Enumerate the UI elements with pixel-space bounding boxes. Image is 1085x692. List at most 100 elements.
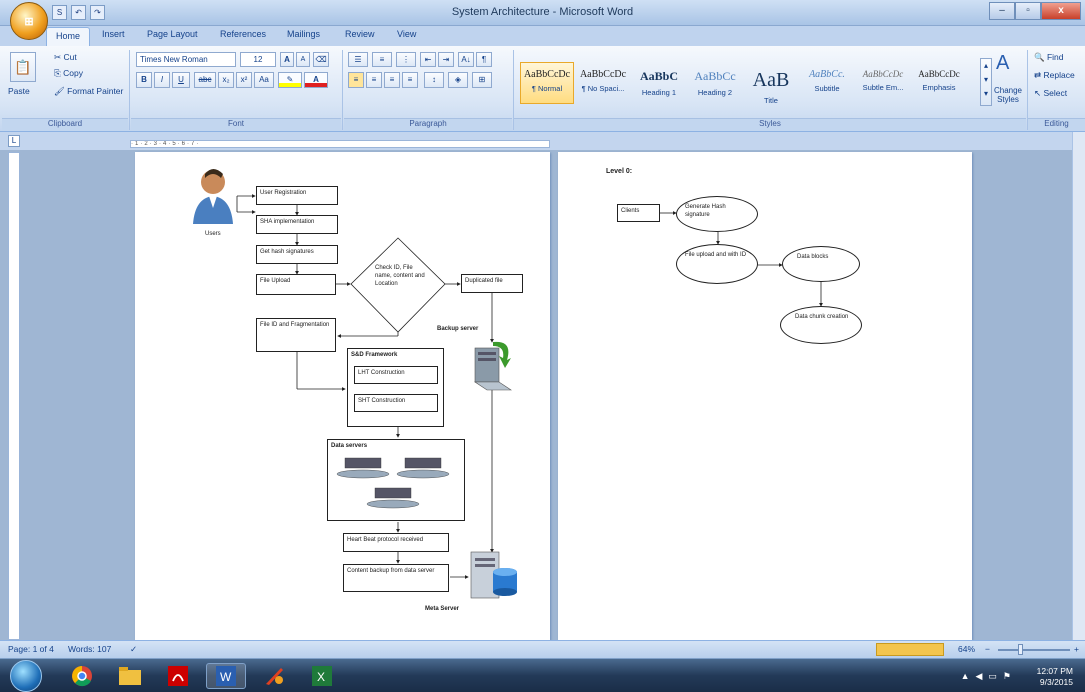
highlight-icon[interactable]: ✎ [278,72,302,88]
view-buttons[interactable] [876,643,944,656]
group-divider [342,50,343,130]
file-upload-ellipse: File upload and with ID [676,244,758,284]
clock[interactable]: 12:07 PM 9/3/2015 [1037,666,1073,688]
align-right-icon[interactable]: ≡ [384,72,400,88]
style-5[interactable]: AaBbCc. Subtitle [800,62,854,104]
borders-icon[interactable]: ⊞ [472,72,492,88]
user-avatar-icon [193,169,233,224]
paste-icon[interactable]: 📋 [10,52,36,82]
font-color-icon[interactable]: A [304,72,328,88]
zoom-level[interactable]: 64% [958,644,975,654]
align-left-icon[interactable]: ≡ [348,72,364,88]
document-page-1[interactable]: Users User Registration SHA implementati… [135,152,550,640]
start-button[interactable] [10,660,42,692]
select-button[interactable]: ↖ Select [1034,88,1067,99]
style-2[interactable]: AaBbC Heading 1 [632,62,686,104]
subscript-button[interactable]: x₂ [218,72,234,88]
system-tray[interactable]: ▲◀▭⚑ [961,671,1017,682]
zoom-slider-thumb[interactable] [1018,644,1023,655]
multilevel-list-icon[interactable]: ⋮ [396,52,416,67]
sd-framework-label: S&D Framework [351,352,398,358]
vertical-ruler[interactable] [8,152,20,640]
explorer-icon[interactable] [110,663,150,689]
close-button[interactable]: x [1041,2,1081,20]
zoom-out-button[interactable]: − [985,644,990,654]
font-name-field[interactable]: Times New Roman [136,52,236,67]
copy-button[interactable]: ⎘ Copy [54,68,83,79]
clear-format-icon[interactable]: ⌫ [313,52,329,67]
change-styles-button[interactable]: Change Styles [993,86,1023,104]
data-chunk-ellipse: Data chunk creation [780,306,862,344]
style-3[interactable]: AaBbCc Heading 2 [688,62,742,104]
page-count[interactable]: Page: 1 of 4 [8,644,54,654]
format-painter-button[interactable]: 🖌 Format Painter [54,86,123,97]
cut-button[interactable]: ✂ Cut [54,52,77,63]
level-heading: Level 0: [606,168,633,175]
strikethrough-button[interactable]: abc [194,72,216,88]
style-preview: AaB [752,69,790,91]
align-center-icon[interactable]: ≡ [366,72,382,88]
find-button[interactable]: 🔍 Find [1034,52,1064,63]
decrease-indent-icon[interactable]: ⇤ [420,52,436,67]
change-case-button[interactable]: Aa [254,72,274,88]
paint-icon[interactable] [254,663,294,689]
tab-review[interactable]: Review [345,29,375,39]
bullets-icon[interactable]: ☰ [348,52,368,67]
pdf-reader-icon[interactable] [158,663,198,689]
shrink-font-button[interactable]: A [296,52,310,67]
maximize-button[interactable]: ▫ [1015,2,1041,20]
increase-indent-icon[interactable]: ⇥ [438,52,454,67]
font-size-field[interactable]: 12 [240,52,276,67]
excel-icon[interactable]: X [302,663,342,689]
backup-server-icon [474,341,512,391]
style-6[interactable]: AaBbCcDc Subtle Em... [856,62,910,104]
proofing-icon[interactable]: ✓ [130,644,137,655]
grow-font-button[interactable]: A [280,52,294,67]
line-spacing-icon[interactable]: ↕ [424,72,444,88]
replace-icon: ⇄ [1034,70,1042,80]
style-7[interactable]: AaBbCcDc Emphasis [912,62,966,104]
document-page-2[interactable]: Level 0: Clients Generate Hash signature… [558,152,972,640]
tab-home[interactable]: Home [46,27,91,46]
style-0[interactable]: AaBbCcDc ¶ Normal [520,62,574,104]
justify-icon[interactable]: ≡ [402,72,418,88]
svg-text:X: X [317,670,325,684]
style-1[interactable]: AaBbCcDc ¶ No Spaci... [576,62,630,104]
office-button[interactable]: ⊞ [10,2,48,40]
minimize-button[interactable]: – [989,2,1015,20]
word-count[interactable]: Words: 107 [68,644,111,654]
clock-date: 9/3/2015 [1039,677,1073,687]
change-styles-icon[interactable]: A [996,52,1009,75]
window-title: System Architecture - Microsoft Word [451,6,634,18]
superscript-button[interactable]: x² [236,72,252,88]
content-backup-box: Content backup from data server [343,564,449,592]
find-label: Find [1046,52,1064,62]
underline-button[interactable]: U [172,72,190,88]
word-icon[interactable]: W [206,663,246,689]
ribbon: 📋 Paste ✂ Cut ⎘ Copy 🖌 Format Painter Cl… [0,46,1085,132]
styles-scroll-icon[interactable]: ▴ ▾ ▾ [980,58,992,106]
replace-button[interactable]: ⇄ Replace [1034,70,1075,81]
vertical-scrollbar[interactable] [1072,132,1085,640]
tab-view[interactable]: View [397,29,416,39]
shading-icon[interactable]: ◈ [448,72,468,88]
tab-insert[interactable]: Insert [102,29,125,39]
style-4[interactable]: AaB Title [744,62,798,105]
tab-selector[interactable]: L [8,135,20,147]
style-preview: AaBbC [639,69,678,83]
italic-button[interactable]: I [154,72,170,88]
sort-button[interactable]: A↓ [458,52,474,67]
zoom-in-button[interactable]: + [1074,644,1079,654]
tab-mailings[interactable]: Mailings [287,29,320,39]
style-name: Subtitle [814,84,840,93]
horizontal-ruler[interactable]: ·1·2·3·4·5·6·7· [130,140,550,148]
zoom-slider[interactable] [998,649,1070,651]
bold-button[interactable]: B [136,72,152,88]
tab-references[interactable]: References [220,29,266,39]
paste-button[interactable]: Paste [8,86,30,96]
numbering-icon[interactable]: ≡ [372,52,392,67]
show-formatting-button[interactable]: ¶ [476,52,492,67]
chrome-icon[interactable] [62,663,102,689]
binoculars-icon: 🔍 [1034,52,1045,62]
tab-page-layout[interactable]: Page Layout [147,29,198,39]
